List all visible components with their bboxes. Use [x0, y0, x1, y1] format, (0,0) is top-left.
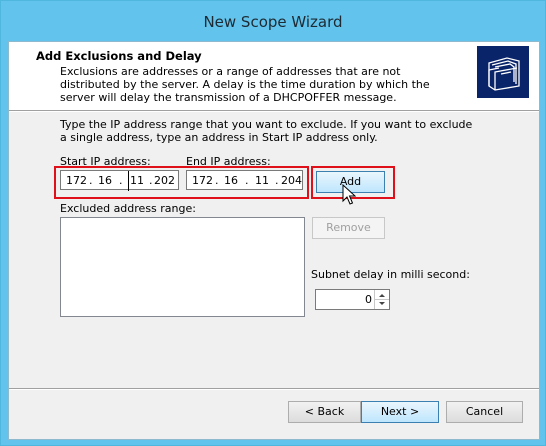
wizard-window: New Scope Wizard Add Exclusions and Dela… — [0, 0, 546, 446]
cancel-button[interactable]: Cancel — [446, 401, 523, 423]
back-button[interactable]: < Back — [288, 401, 361, 423]
excluded-range-label: Excluded address range: — [60, 202, 196, 215]
remove-button[interactable]: Remove — [312, 217, 385, 239]
subnet-delay-value: 0 — [365, 293, 372, 306]
wizard-header: Add Exclusions and Delay Exclusions are … — [9, 42, 539, 110]
page-title: Add Exclusions and Delay — [36, 49, 202, 63]
folder-icon — [477, 46, 529, 98]
wizard-client-area: Add Exclusions and Delay Exclusions are … — [8, 41, 540, 440]
spinner-arrows[interactable] — [374, 290, 389, 309]
excluded-range-list[interactable] — [60, 217, 305, 317]
subnet-delay-spinner[interactable]: 0 — [315, 289, 390, 310]
header-divider-highlight — [9, 111, 539, 112]
footer-divider-highlight — [9, 389, 539, 390]
instructions-text: Type the IP address range that you want … — [60, 118, 473, 144]
mouse-pointer-icon — [342, 183, 357, 210]
ip-range-highlight — [54, 166, 309, 199]
subnet-delay-label: Subnet delay in milli second: — [311, 268, 470, 281]
next-button[interactable]: Next > — [361, 401, 439, 423]
page-description: Exclusions are addresses or a range of a… — [60, 65, 430, 104]
window-title: New Scope Wizard — [203, 13, 343, 31]
